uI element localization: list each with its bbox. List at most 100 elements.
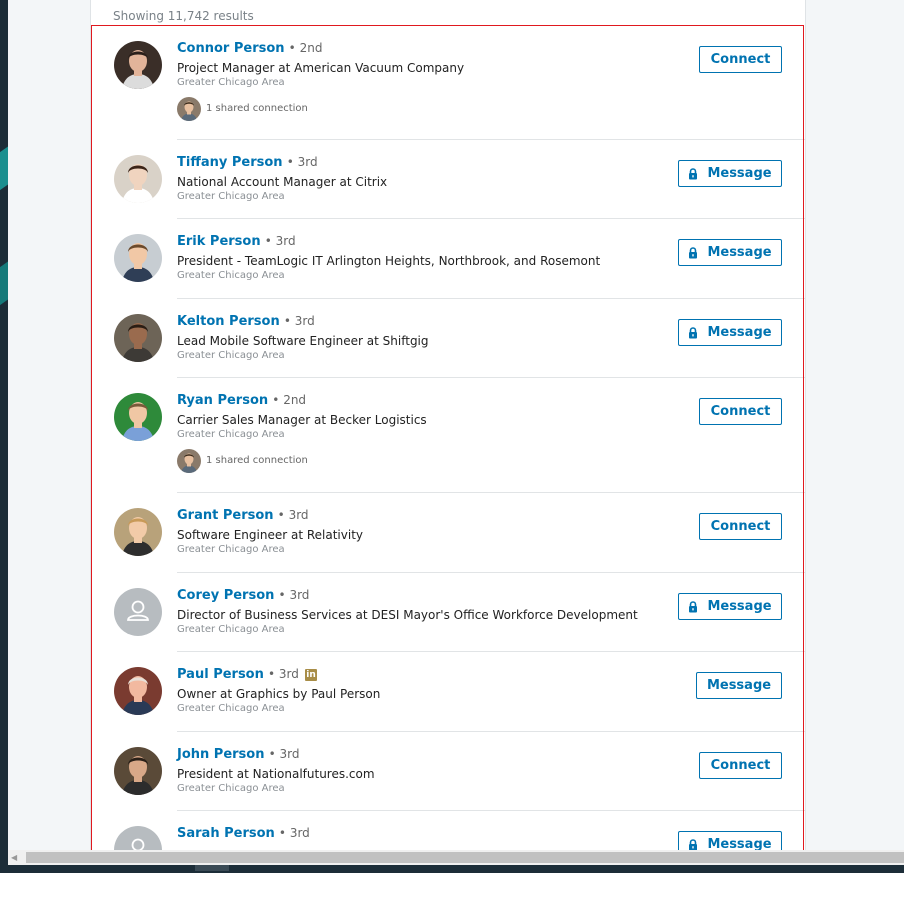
search-result-row: Tiffany Person • 3rd National Account Ma… xyxy=(91,140,805,219)
message-button-label: Message xyxy=(707,245,772,260)
search-results-panel: Showing 11,742 results Connor Person • 2… xyxy=(90,0,806,850)
profile-avatar[interactable] xyxy=(114,155,162,203)
person-name-link[interactable]: Connor Person xyxy=(177,41,285,56)
linkedin-premium-icon: in xyxy=(305,669,318,681)
connection-degree: 3rd xyxy=(275,234,296,248)
connection-degree: 3rd xyxy=(294,314,315,328)
profile-avatar[interactable] xyxy=(114,393,162,441)
name-line: Erik Person • 3rd xyxy=(177,234,296,249)
person-headline: President at Nationalfutures.com xyxy=(177,767,375,781)
connection-degree: 3rd xyxy=(279,747,300,761)
person-headline: President - TeamLogic IT Arlington Heigh… xyxy=(177,254,601,268)
profile-avatar[interactable] xyxy=(114,508,162,556)
connect-button[interactable]: Connect xyxy=(699,752,782,779)
name-line: Connor Person • 2nd xyxy=(177,41,323,56)
profile-avatar[interactable] xyxy=(114,667,162,715)
person-location: Greater Chicago Area xyxy=(177,191,285,202)
name-line: Ryan Person • 2nd xyxy=(177,393,307,408)
shared-connection-text: 1 shared connection xyxy=(206,455,308,466)
person-name-link[interactable]: Erik Person xyxy=(177,234,261,249)
message-button-label: Message xyxy=(707,325,772,340)
message-button[interactable]: Message xyxy=(678,239,782,266)
connection-degree: 3rd xyxy=(289,588,310,602)
profile-avatar[interactable] xyxy=(114,234,162,282)
name-line: John Person • 3rd xyxy=(177,747,300,762)
search-result-row: Connor Person • 2nd Project Manager at A… xyxy=(91,26,805,140)
message-button[interactable]: Message xyxy=(678,831,782,850)
person-location: Greater Chicago Area xyxy=(177,429,285,440)
connection-degree: 3rd xyxy=(289,826,310,840)
message-button-label: Message xyxy=(707,837,772,850)
placeholder-avatar[interactable] xyxy=(114,588,162,636)
profile-avatar[interactable] xyxy=(114,747,162,795)
person-name-link[interactable]: Sarah Person xyxy=(177,826,275,841)
connect-button-label: Connect xyxy=(710,52,771,67)
person-headline: Director of Business Services at DESI Ma… xyxy=(177,608,638,622)
person-location: Greater Chicago Area xyxy=(177,350,285,361)
connect-button-label: Connect xyxy=(710,404,771,419)
person-headline: Owner at Graphics by Paul Person xyxy=(177,687,381,701)
search-result-row: Paul Person • 3rd in Owner at Graphics b… xyxy=(91,652,805,732)
shared-connection-text: 1 shared connection xyxy=(206,103,308,114)
shared-connection-avatar xyxy=(177,449,201,473)
message-button-label: Message xyxy=(707,599,772,614)
scrollbar-thumb[interactable] xyxy=(26,852,904,863)
connection-degree: 2nd xyxy=(299,41,323,55)
name-line: Sarah Person • 3rd xyxy=(177,826,310,841)
person-headline: Project Manager at American Vacuum Compa… xyxy=(177,61,465,75)
person-name-link[interactable]: Grant Person xyxy=(177,508,274,523)
placeholder-avatar[interactable] xyxy=(114,826,162,850)
connection-degree: 3rd xyxy=(278,667,299,681)
lock-icon xyxy=(688,246,698,259)
profile-avatar[interactable] xyxy=(114,41,162,89)
search-result-row: Erik Person • 3rd President - TeamLogic … xyxy=(91,219,805,299)
connection-degree: 3rd xyxy=(297,155,318,169)
connect-button[interactable]: Connect xyxy=(699,398,782,425)
person-name-link[interactable]: Corey Person xyxy=(177,588,274,603)
connection-degree: 2nd xyxy=(283,393,307,407)
search-result-row: John Person • 3rd President at Nationalf… xyxy=(91,732,805,811)
shared-connection-avatar xyxy=(177,97,201,121)
profile-avatar[interactable] xyxy=(114,314,162,362)
left-window-edge xyxy=(0,0,8,865)
connect-button[interactable]: Connect xyxy=(699,46,782,73)
person-headline: Lead Mobile Software Engineer at Shiftgi… xyxy=(177,334,429,348)
lock-icon xyxy=(688,838,698,850)
horizontal-scrollbar[interactable]: ◀ xyxy=(8,850,904,865)
person-name-link[interactable]: Ryan Person xyxy=(177,393,268,408)
connect-button[interactable]: Connect xyxy=(699,513,782,540)
person-name-link[interactable]: Kelton Person xyxy=(177,314,280,329)
person-location: Greater Chicago Area xyxy=(177,624,285,635)
search-result-row: Corey Person • 3rd Director of Business … xyxy=(91,573,805,652)
person-headline: Software Engineer at Relativity xyxy=(177,528,363,542)
scroll-left-arrow-icon[interactable]: ◀ xyxy=(11,853,17,862)
search-result-row: Sarah Person • 3rd Message xyxy=(91,811,805,850)
person-location: Greater Chicago Area xyxy=(177,783,285,794)
results-count: Showing 11,742 results xyxy=(113,9,254,23)
person-name-link[interactable]: Paul Person xyxy=(177,667,264,682)
person-name-link[interactable]: Tiffany Person xyxy=(177,155,283,170)
person-location: Greater Chicago Area xyxy=(177,544,285,555)
results-list: Connor Person • 2nd Project Manager at A… xyxy=(91,26,805,850)
message-button[interactable]: Message xyxy=(678,319,782,346)
person-location: Greater Chicago Area xyxy=(177,77,285,88)
name-line: Tiffany Person • 3rd xyxy=(177,155,318,170)
name-line: Corey Person • 3rd xyxy=(177,588,310,603)
name-line: Paul Person • 3rd in xyxy=(177,667,318,682)
person-headline: Carrier Sales Manager at Becker Logistic… xyxy=(177,413,427,427)
search-result-row: Ryan Person • 2nd Carrier Sales Manager … xyxy=(91,378,805,493)
lock-icon xyxy=(688,167,698,180)
person-location: Greater Chicago Area xyxy=(177,703,285,714)
taskbar-edge xyxy=(0,865,904,873)
lock-icon xyxy=(688,326,698,339)
message-button-label: Message xyxy=(706,678,772,693)
message-button[interactable]: Message xyxy=(678,160,782,187)
message-button-label: Message xyxy=(707,166,772,181)
lock-icon xyxy=(688,600,698,613)
person-name-link[interactable]: John Person xyxy=(177,747,264,762)
person-location: Greater Chicago Area xyxy=(177,270,285,281)
connect-button-label: Connect xyxy=(710,519,771,534)
message-button[interactable]: Message xyxy=(678,593,782,620)
message-button[interactable]: Message xyxy=(696,672,782,699)
connect-button-label: Connect xyxy=(710,758,771,773)
